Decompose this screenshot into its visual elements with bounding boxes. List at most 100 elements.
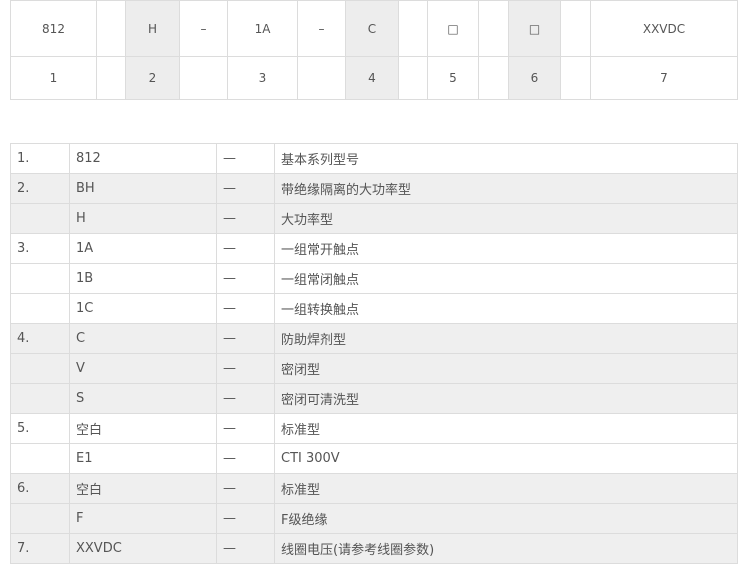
item-number-cell: [10, 293, 70, 324]
code-row: 812 H – 1A – C □ □ XXVDC: [10, 0, 738, 57]
table-row: 5. 空白 — 标准型: [10, 413, 738, 444]
part-number-code-table: 812 H – 1A – C □ □ XXVDC 1 2 3 4 5 6 7: [10, 0, 738, 100]
code-cell: C: [345, 0, 399, 57]
code-value-cell: BH: [69, 173, 217, 204]
item-number-cell: [10, 263, 70, 294]
position-cell: 7: [590, 56, 738, 100]
item-number-cell: [10, 503, 70, 534]
code-cell: –: [179, 0, 228, 57]
code-value-cell: 812: [69, 143, 217, 174]
separator-cell: —: [216, 503, 275, 534]
code-cell: [560, 0, 591, 57]
separator-cell: —: [216, 323, 275, 354]
table-row: H — 大功率型: [10, 203, 738, 234]
item-number-cell: 1.: [10, 143, 70, 174]
code-value-cell: F: [69, 503, 217, 534]
table-row: 4. C — 防助焊剂型: [10, 323, 738, 354]
code-value-cell: 1A: [69, 233, 217, 264]
separator-cell: —: [216, 473, 275, 504]
item-number-cell: 4.: [10, 323, 70, 354]
position-cell: 6: [508, 56, 561, 100]
code-value-cell: 1B: [69, 263, 217, 294]
table-row: 1. 812— 基本系列型号: [10, 143, 738, 174]
description-cell: 防助焊剂型: [274, 323, 738, 354]
code-value-cell: H: [69, 203, 217, 234]
code-value-cell: 空白: [69, 413, 217, 444]
item-number-cell: 2.: [10, 173, 70, 204]
position-cell: [398, 56, 428, 100]
description-cell: 一组转换触点: [274, 293, 738, 324]
description-cell: 一组常闭触点: [274, 263, 738, 294]
separator-cell: —: [216, 383, 275, 414]
separator-cell: —: [216, 143, 275, 174]
position-cell: 5: [427, 56, 479, 100]
description-cell: CTI 300V: [274, 443, 738, 474]
code-cell: XXVDC: [590, 0, 738, 57]
separator-cell: —: [216, 353, 275, 384]
position-cell: 3: [227, 56, 298, 100]
code-value-cell: XXVDC: [69, 533, 217, 564]
separator-cell: —: [216, 263, 275, 294]
code-cell: H: [125, 0, 180, 57]
position-cell: [179, 56, 228, 100]
table-row: E1— CTI 300V: [10, 443, 738, 474]
item-number-cell: [10, 353, 70, 384]
item-number-cell: 3.: [10, 233, 70, 264]
item-number-cell: 7.: [10, 533, 70, 564]
description-cell: 密闭型: [274, 353, 738, 384]
position-cell: 2: [125, 56, 180, 100]
description-cell: 线圈电压(请参考线圈参数): [274, 533, 738, 564]
table-row: 1B — 一组常闭触点: [10, 263, 738, 294]
separator-cell: —: [216, 293, 275, 324]
definition-table: 1. 812— 基本系列型号 2. BH — 带绝缘隔离的大功率型 H — 大功率型 3. 1A — 一组…: [10, 143, 738, 564]
code-cell: [478, 0, 509, 57]
table-row: F — F级绝缘: [10, 503, 738, 534]
item-number-cell: [10, 383, 70, 414]
description-cell: 一组常开触点: [274, 233, 738, 264]
description-cell: F级绝缘: [274, 503, 738, 534]
code-value-cell: E1: [69, 443, 217, 474]
code-value-cell: V: [69, 353, 217, 384]
table-row: 7. XXVDC — 线圈电压(请参考线圈参数): [10, 533, 738, 564]
position-cell: [297, 56, 346, 100]
code-value-cell: 1C: [69, 293, 217, 324]
position-cell: [478, 56, 509, 100]
description-cell: 基本系列型号: [274, 143, 738, 174]
code-cell: □: [427, 0, 479, 57]
code-cell: [398, 0, 428, 57]
description-cell: 带绝缘隔离的大功率型: [274, 173, 738, 204]
table-row: 6. 空白 — 标准型: [10, 473, 738, 504]
code-value-cell: 空白: [69, 473, 217, 504]
code-cell: 812: [10, 0, 97, 57]
code-value-cell: S: [69, 383, 217, 414]
description-cell: 标准型: [274, 473, 738, 504]
separator-cell: —: [216, 203, 275, 234]
separator-cell: —: [216, 443, 275, 474]
item-number-cell: 6.: [10, 473, 70, 504]
description-cell: 标准型: [274, 413, 738, 444]
description-cell: 大功率型: [274, 203, 738, 234]
code-cell: –: [297, 0, 346, 57]
code-cell: □: [508, 0, 561, 57]
table-row: V — 密闭型: [10, 353, 738, 384]
separator-cell: —: [216, 413, 275, 444]
table-row: 1C — 一组转换触点: [10, 293, 738, 324]
code-cell: 1A: [227, 0, 298, 57]
position-cell: 1: [10, 56, 97, 100]
position-row: 1 2 3 4 5 6 7: [10, 56, 738, 100]
item-number-cell: [10, 443, 70, 474]
separator-cell: —: [216, 533, 275, 564]
item-number-cell: 5.: [10, 413, 70, 444]
table-row: 2. BH — 带绝缘隔离的大功率型: [10, 173, 738, 204]
table-row: 3. 1A — 一组常开触点: [10, 233, 738, 264]
item-number-cell: [10, 203, 70, 234]
separator-cell: —: [216, 173, 275, 204]
position-cell: [96, 56, 126, 100]
position-cell: 4: [345, 56, 399, 100]
description-cell: 密闭可清洗型: [274, 383, 738, 414]
code-cell: [96, 0, 126, 57]
separator-cell: —: [216, 233, 275, 264]
code-value-cell: C: [69, 323, 217, 354]
position-cell: [560, 56, 591, 100]
table-row: S — 密闭可清洗型: [10, 383, 738, 414]
